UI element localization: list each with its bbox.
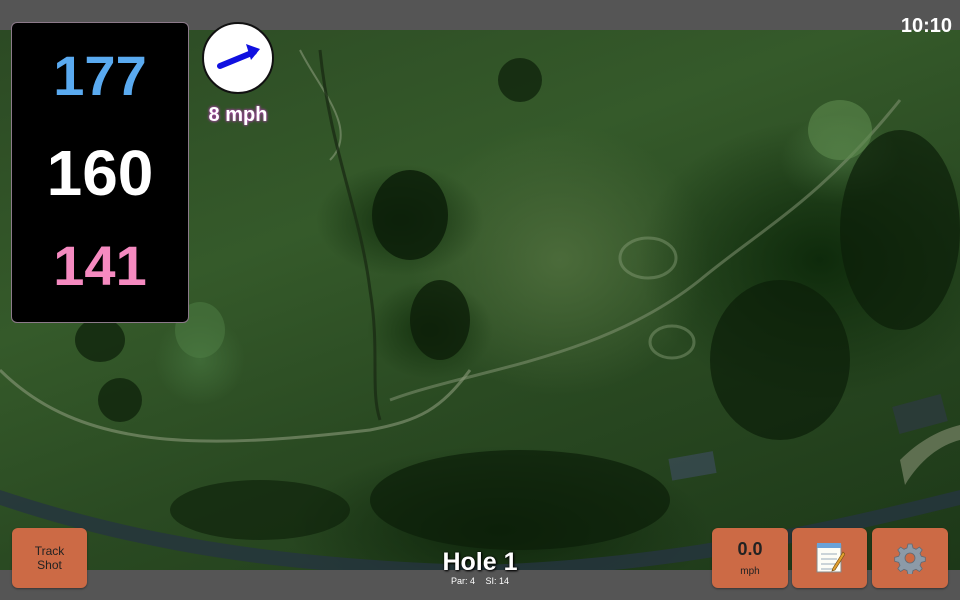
stroke-index-label: SI: 14	[485, 576, 510, 586]
front-distance: 141	[53, 234, 147, 297]
speed-button[interactable]: 0.0 mph	[712, 528, 788, 588]
scorecard-notes-button[interactable]	[792, 528, 867, 588]
distance-panel: 177 160 141	[11, 22, 189, 323]
center-distance: 160	[46, 137, 154, 209]
notepad-icon	[816, 543, 845, 573]
wind-speed: 8 mph	[208, 104, 268, 126]
settings-button[interactable]	[872, 528, 948, 588]
speed-unit: mph	[740, 566, 760, 577]
track-shot-button[interactable]: Track Shot	[12, 528, 87, 588]
clock: 10:10	[900, 15, 952, 37]
track-shot-label-line1: Track	[34, 544, 65, 558]
wind-direction-dial	[202, 22, 274, 94]
speed-value: 0.0	[737, 539, 763, 559]
back-distance: 177	[53, 44, 147, 107]
arrow-icon	[217, 44, 260, 69]
hole-info: Par: 4 SI: 14	[380, 576, 580, 586]
par-label: Par: 4	[450, 576, 475, 586]
track-shot-label-line2: Shot	[37, 558, 62, 572]
hole-title: Hole 1	[442, 548, 518, 576]
gear-icon	[894, 543, 926, 574]
